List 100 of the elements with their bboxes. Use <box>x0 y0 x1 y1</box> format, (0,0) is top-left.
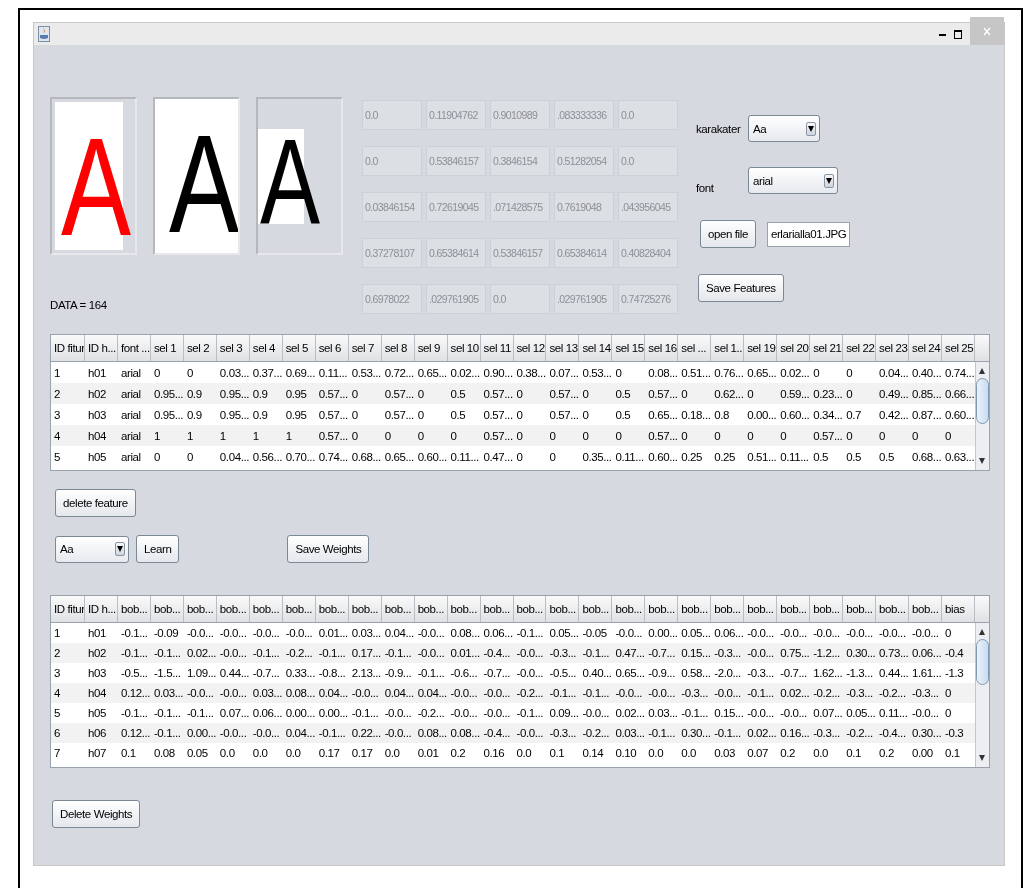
scroll-thumb[interactable] <box>976 639 989 685</box>
table-cell-text: -0.2... <box>416 706 446 721</box>
column-header[interactable]: bob... <box>282 596 316 622</box>
column-header[interactable]: sel 11 <box>480 335 514 361</box>
column-header[interactable]: bob... <box>249 596 283 622</box>
table-cell-text: 0.5 <box>878 449 895 465</box>
column-header[interactable]: sel 3 <box>216 335 250 361</box>
column-header[interactable]: sel 4 <box>249 335 283 361</box>
table-cell-text: 1 <box>284 428 293 444</box>
table-cell-text: -0.1... <box>515 626 545 641</box>
file-name-field[interactable]: erlarialla01.JPG <box>766 221 851 247</box>
table-cell-text: 1.61... <box>911 666 943 681</box>
column-header[interactable]: ID h... <box>85 596 118 622</box>
dropdown[interactable]: Aa <box>748 115 820 142</box>
letter-glyph: A <box>61 117 131 253</box>
column-header[interactable]: bob... <box>348 596 382 622</box>
column-header[interactable]: sel 20 <box>777 335 811 361</box>
table-cell-text: 0 <box>614 365 623 381</box>
column-header[interactable]: bob... <box>612 596 646 622</box>
column-header[interactable]: sel 13 <box>546 335 580 361</box>
column-header[interactable]: bob... <box>777 596 811 622</box>
column-header[interactable]: bob... <box>513 596 547 622</box>
table-cell-text: 0.75... <box>779 646 811 661</box>
column-header[interactable]: bob... <box>711 596 745 622</box>
column-header[interactable]: bob... <box>183 596 217 622</box>
table-cell-text: 4 <box>53 428 61 444</box>
table-cell-text: 0.04... <box>317 686 349 701</box>
column-header[interactable]: sel 24 <box>909 335 943 361</box>
column-header[interactable]: bob... <box>381 596 415 622</box>
table-cell-text: -1.2... <box>812 646 841 661</box>
table-cell-text: 0.15... <box>713 706 745 721</box>
column-header[interactable]: bob... <box>546 596 580 622</box>
column-header[interactable]: sel 15 <box>612 335 646 361</box>
field-label: font <box>696 182 715 194</box>
dropdown[interactable]: arial <box>748 167 838 194</box>
scroll-down-icon[interactable] <box>979 755 985 761</box>
column-header[interactable]: bob... <box>678 596 712 622</box>
scrollbar[interactable] <box>975 623 989 767</box>
column-header[interactable]: sel 1... <box>711 335 745 361</box>
column-header[interactable]: sel 10 <box>447 335 481 361</box>
minimize-icon[interactable] <box>939 32 946 36</box>
column-header[interactable]: bob... <box>645 596 679 622</box>
column-header[interactable]: sel 2 <box>183 335 217 361</box>
scroll-down-icon[interactable] <box>979 458 985 464</box>
column-header[interactable]: bob... <box>150 596 184 622</box>
column-header[interactable]: sel 16 <box>645 335 679 361</box>
column-header[interactable]: sel 22 <box>843 335 877 361</box>
column-header[interactable]: bias <box>942 596 975 622</box>
column-header[interactable]: font ... <box>117 335 151 361</box>
column-header[interactable]: bob... <box>414 596 448 622</box>
column-header[interactable]: ID h... <box>85 335 118 361</box>
button[interactable]: Save Weights <box>287 535 370 563</box>
column-header[interactable]: bob... <box>909 596 943 622</box>
table-cell-text: 0.07... <box>812 706 844 721</box>
column-header[interactable]: sel 7 <box>348 335 382 361</box>
column-header[interactable]: sel 1 <box>150 335 184 361</box>
column-header[interactable]: ID fitur <box>51 596 85 622</box>
column-header[interactable]: sel 5 <box>282 335 316 361</box>
scrollbar[interactable] <box>975 362 989 470</box>
button[interactable]: Delete Weights <box>52 800 141 828</box>
table-cell-text: -0.4... <box>482 726 512 741</box>
maximize-icon[interactable] <box>954 29 962 39</box>
table-cell-text: 0.57... <box>317 407 349 423</box>
column-header[interactable]: sel 25 <box>942 335 975 361</box>
column-header[interactable]: sel ... <box>678 335 712 361</box>
table-cell-text: -0.8... <box>317 666 347 681</box>
scroll-thumb[interactable] <box>976 378 989 424</box>
column-header[interactable]: bob... <box>480 596 514 622</box>
column-header[interactable]: bob... <box>315 596 349 622</box>
table-cell-text: -0.3 <box>944 726 965 741</box>
table-cell-text: -0.1... <box>680 706 709 721</box>
column-header[interactable]: bob... <box>744 596 778 622</box>
column-header[interactable]: sel 14 <box>579 335 613 361</box>
column-header[interactable]: sel 8 <box>381 335 415 361</box>
table-cell-text: -0.1... <box>515 706 545 721</box>
column-header[interactable]: sel 12 <box>513 335 547 361</box>
table-cell-text: 0.15... <box>680 646 712 661</box>
column-header[interactable]: bob... <box>117 596 151 622</box>
column-header[interactable]: bob... <box>843 596 877 622</box>
table-cell-text: 0.74... <box>317 449 349 465</box>
column-header[interactable]: sel 19 <box>744 335 778 361</box>
dropdown[interactable]: Aa <box>55 535 129 563</box>
column-header[interactable]: ID fitur <box>51 335 85 361</box>
table-cell-text: 0.40... <box>911 365 943 381</box>
button[interactable]: Save Features <box>698 274 784 302</box>
column-header[interactable]: bob... <box>216 596 250 622</box>
column-header[interactable]: bob... <box>810 596 844 622</box>
button[interactable]: delete feature <box>55 489 136 517</box>
column-header[interactable]: sel 23 <box>876 335 910 361</box>
button[interactable]: open file <box>700 220 756 248</box>
button[interactable]: Learn <box>136 535 180 563</box>
table-cell-text: -0.0... <box>845 626 874 641</box>
column-header[interactable]: bob... <box>579 596 613 622</box>
column-header[interactable]: bob... <box>876 596 910 622</box>
column-header[interactable]: sel 21 <box>810 335 844 361</box>
column-header[interactable]: sel 6 <box>315 335 349 361</box>
table-cell-text: h02 <box>87 646 107 661</box>
column-header[interactable]: sel 9 <box>414 335 448 361</box>
column-header[interactable]: bob... <box>447 596 481 622</box>
table-cell-text: -0.0... <box>779 626 808 641</box>
